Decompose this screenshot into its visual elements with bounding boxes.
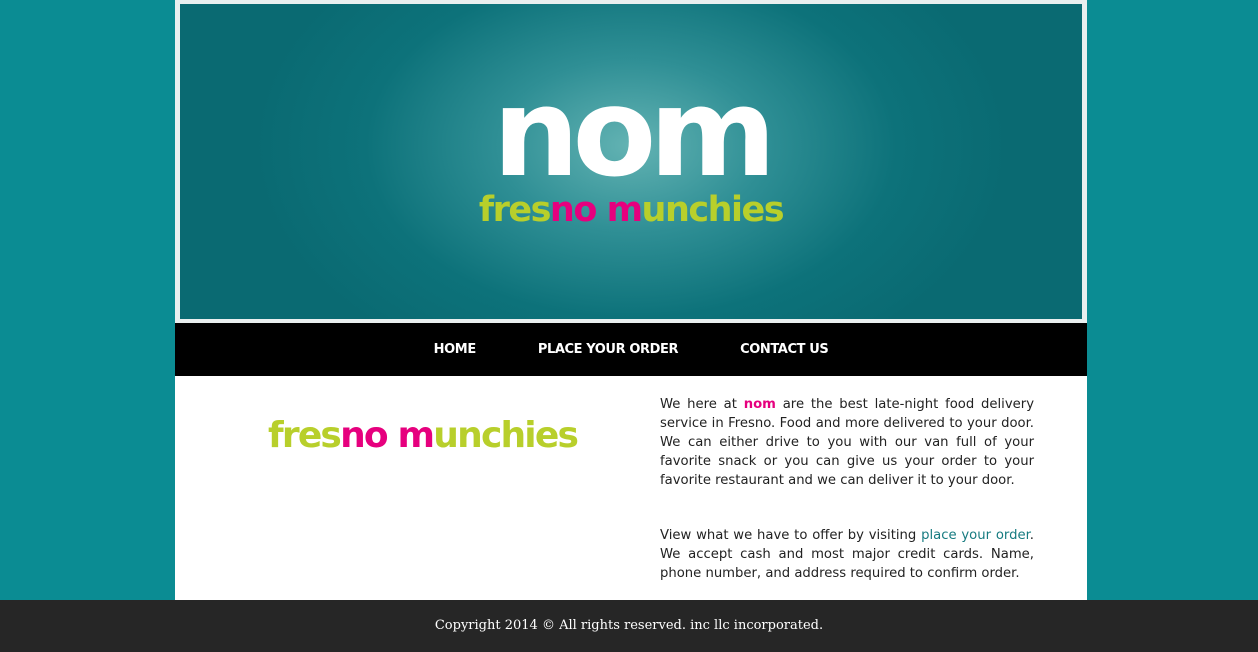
order-paragraph: View what we have to offer by visiting p… — [660, 526, 1034, 583]
content-title-part-1: fres — [268, 415, 342, 456]
content-text: We here at nom are the best late-night f… — [660, 395, 1034, 583]
logo-tagline-part-4: unchies — [641, 190, 785, 230]
header-banner-frame: nom fresno munchies — [175, 0, 1087, 323]
intro-paragraph: We here at nom are the best late-night f… — [660, 395, 1034, 490]
logo-tagline: fresno munchies — [180, 193, 1082, 228]
main-nav: HOME PLACE YOUR ORDER CONTACT US — [175, 323, 1087, 376]
page-container: nom fresno munchies HOME PLACE YOUR ORDE… — [175, 0, 1087, 600]
content-title-part-4: unchies — [433, 415, 579, 456]
content-title-part-3: m — [386, 415, 436, 456]
logo-tagline-part-1: fres — [478, 190, 552, 230]
content-title-part-2: no — [340, 415, 389, 456]
brand-name: nom — [743, 397, 776, 412]
content-title: fresno munchies — [268, 415, 579, 456]
logo-tagline-part-2: no — [549, 190, 597, 230]
footer: Copyright 2014 © All rights reserved. in… — [0, 600, 1258, 652]
place-your-order-link[interactable]: place your order — [921, 528, 1030, 543]
nav-place-your-order[interactable]: PLACE YOUR ORDER — [507, 342, 709, 357]
logo-nom: nom — [492, 62, 777, 204]
footer-copyright: Copyright 2014 © All rights reserved. in… — [434, 618, 824, 633]
logo-tagline-part-3: m — [595, 190, 643, 230]
order-text-before: View what we have to offer by visiting — [660, 528, 922, 543]
nav-home[interactable]: HOME — [403, 342, 507, 357]
main-content: fresno munchies We here at nom are the b… — [175, 376, 1087, 600]
nav-contact-us[interactable]: CONTACT US — [709, 342, 859, 357]
intro-text-before: We here at — [660, 397, 744, 412]
header-banner: nom fresno munchies — [180, 4, 1082, 319]
